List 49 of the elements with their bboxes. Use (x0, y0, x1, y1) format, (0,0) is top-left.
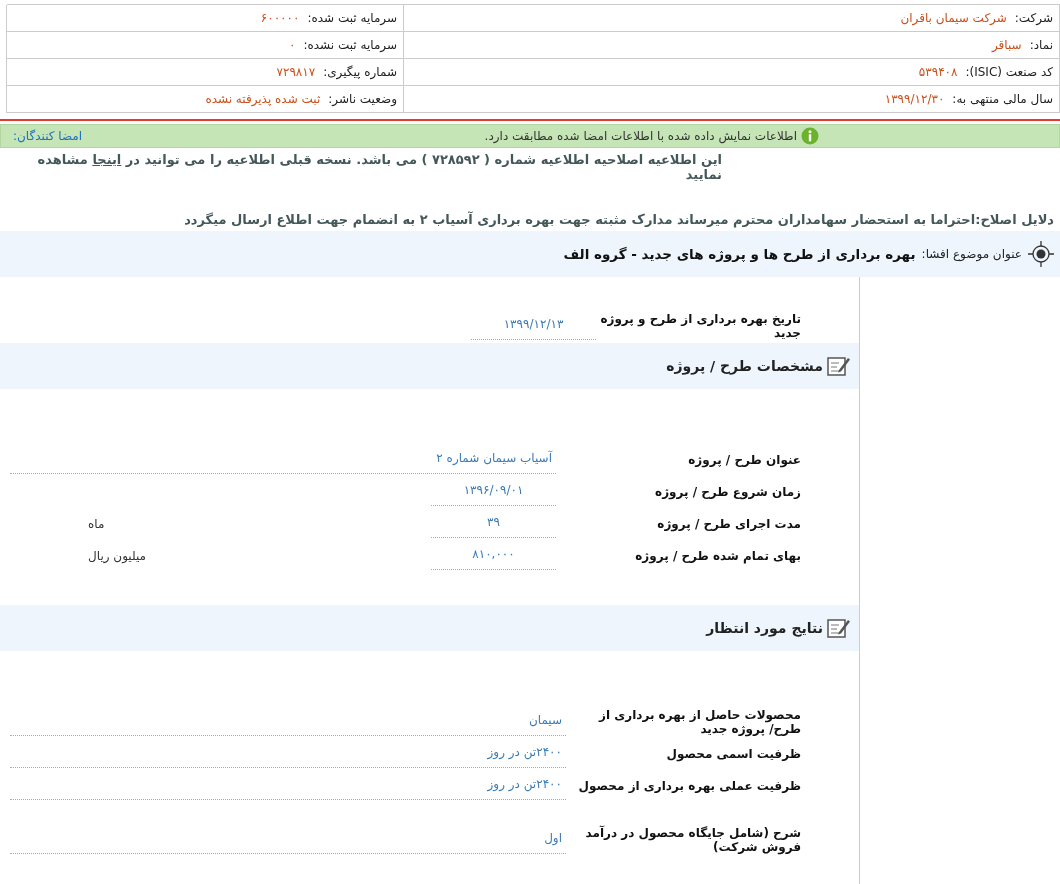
field-label: شرح (شامل جایگاه محصول در درآمد فروش شرکت) (584, 826, 801, 854)
info-label: نماد: (1029, 38, 1053, 52)
unit-label: ماه (88, 517, 105, 531)
correction-reasons: دلایل اصلاح:احتراما به استحضار سهامداران محترم میرساند مدارک مثبته جهت بهره برداری آسیاب ۲ به انضمام جهت اطلاع ارسال میگردد (183, 212, 1054, 227)
info-value: سباقر (991, 38, 1022, 52)
info-label: شرکت: (1014, 11, 1053, 25)
previous-version-link[interactable]: اینجا (92, 152, 122, 167)
section-title: مشخصات طرح / پروژه (666, 358, 823, 374)
target-icon (1028, 241, 1054, 267)
field-label: محصولات حاصل از بهره برداری از طرح/ پروژه جدید (597, 708, 801, 736)
section-title: نتایج مورد انتظار (706, 620, 823, 636)
info-icon (801, 127, 819, 145)
info-value: شرکت سیمان باقران (900, 11, 1007, 25)
info-value: ۱۳۹۹/۱۲/۳۰ (884, 92, 945, 106)
field-label: ظرفیت اسمی محصول (665, 747, 801, 761)
field-value: آسیاب سیمان شماره ۲ (10, 446, 556, 474)
field-value: ۱۳۹۹/۱۲/۱۳ (471, 312, 596, 340)
field-value: ۱۳۹۶/۰۹/۰۱ (431, 478, 556, 506)
edit-document-icon (827, 617, 851, 639)
field-label: ظرفیت عملی بهره برداری از محصول (577, 779, 801, 793)
field-label: تاریخ بهره برداری از طرح و پروژه جدید (599, 312, 801, 340)
edit-document-icon (827, 355, 851, 377)
info-label: سرمایه ثبت شده: (307, 11, 397, 25)
info-value: ثبت شده پذیرفته نشده (205, 92, 321, 106)
subject-label: عنوان موضوع افشا: (921, 247, 1022, 261)
field-label: عنوان طرح / پروژه (687, 453, 801, 467)
field-label: مدت اجرای طرح / پروژه (656, 517, 801, 531)
field-label: زمان شروع طرح / پروژه (654, 485, 801, 499)
field-value: اول (10, 826, 566, 854)
field-value: سیمان (10, 708, 566, 736)
field-label: بهای تمام شده طرح / پروژه (634, 549, 801, 563)
field-value: ۳۹ (431, 510, 556, 538)
field-value: ۲۴۰۰تن در روز (10, 772, 566, 800)
info-value: ۶۰۰۰۰۰ (260, 11, 300, 25)
correction-notice: این اطلاعیه اصلاحیه اطلاعیه شماره ( ۷۲۸۵۹۲ ) می باشد. نسخه قبلی اطلاعیه را می توانید در اینجا مشاهده نمایید (36, 152, 722, 182)
info-label: سرمایه ثبت نشده: (303, 38, 397, 52)
info-label: وضعیت ناشر: (328, 92, 397, 106)
signers-link[interactable]: امضا کنندگان: (13, 129, 83, 143)
info-value: ۵۳۹۴۰۸ (918, 65, 958, 79)
info-value: ۰ (288, 38, 296, 52)
unit-label: میلیون ریال (88, 549, 146, 563)
subject-title: بهره برداری از طرح ها و پروژه های جدید - گروه الف (563, 246, 916, 262)
info-value: ۷۲۹۸۱۷ (276, 65, 316, 79)
field-value: ۸۱۰,۰۰۰ (431, 542, 556, 570)
info-label: سال مالی منتهی به: (952, 92, 1053, 106)
verification-message: اطلاعات نمایش داده شده با اطلاعات امضا شده مطابقت دارد. (484, 129, 797, 143)
info-label: شماره پیگیری: (323, 65, 397, 79)
info-label: کد صنعت (ISIC): (965, 65, 1053, 79)
field-value: ۲۴۰۰تن در روز (10, 740, 566, 768)
